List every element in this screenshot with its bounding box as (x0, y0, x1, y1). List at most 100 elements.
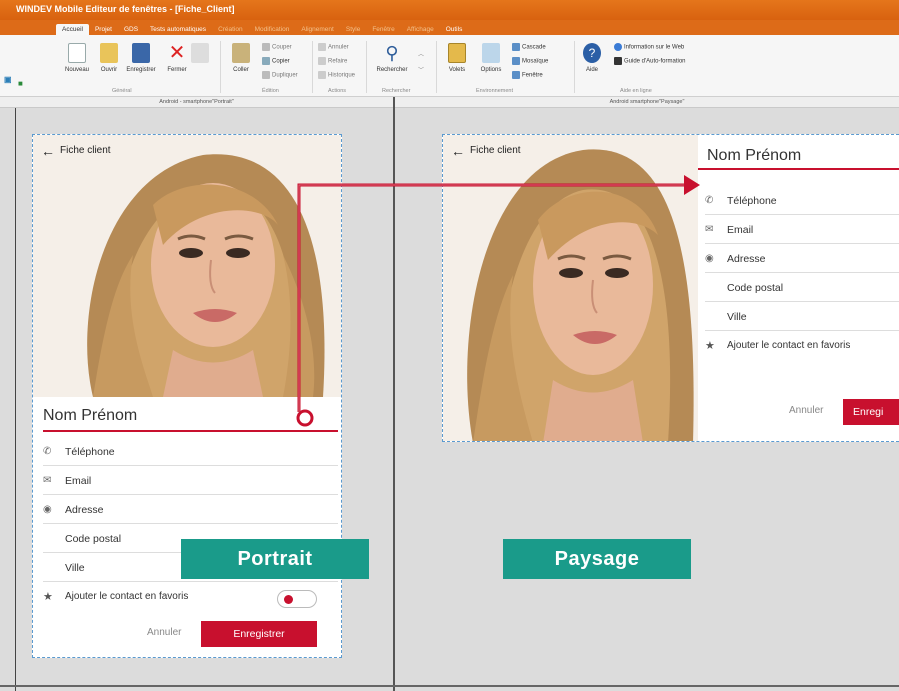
tab-modification[interactable]: Modification (249, 24, 296, 35)
back-nav[interactable]: ← Fiche client (41, 144, 111, 158)
group-label-actions: Actions (328, 88, 347, 94)
cascade-button[interactable]: Cascade (512, 43, 546, 51)
tab-fenetre[interactable]: Fenêtre (366, 24, 400, 35)
client-name[interactable]: Nom Prénom (43, 407, 137, 425)
bottom-edge (0, 685, 899, 687)
back-label: Fiche client (60, 145, 111, 156)
window-icon (512, 71, 520, 79)
city-field-landscape[interactable]: Ville (705, 303, 899, 331)
chevron-down-icon[interactable]: ﹀ (418, 65, 424, 74)
tab-accueil[interactable]: Accueil (56, 24, 89, 35)
open-button[interactable]: Ouvrir (92, 43, 126, 73)
back-label-landscape: Fiche client (470, 145, 521, 156)
ribbon-tab-bar: Accueil Projet GDS Tests automatiques Cr… (0, 20, 899, 35)
redo-button[interactable]: Refaire (318, 57, 347, 65)
group-label-environnement: Environnement (476, 88, 513, 94)
duplicate-icon (262, 71, 270, 79)
email-icon: ✉ (705, 224, 714, 235)
email-icon: ✉ (43, 475, 52, 486)
separator (220, 41, 221, 93)
guide-button[interactable]: Guide d'Auto-formation (614, 57, 686, 65)
email-field[interactable]: ✉ Email (43, 467, 338, 495)
copy-button[interactable]: Copier (262, 57, 290, 65)
paste-button[interactable]: Coller (224, 43, 258, 73)
help-button[interactable]: ? Aide (578, 43, 606, 73)
tile-icon (512, 57, 520, 65)
save-ribbon-button[interactable]: Enregistrer (124, 43, 158, 73)
phone-icon: ✆ (43, 446, 52, 457)
options-icon (482, 43, 500, 63)
panes-button[interactable]: Volets (440, 43, 474, 73)
pane-divider[interactable] (393, 97, 395, 691)
help-icon: ? (583, 43, 601, 63)
group-label-general: Général (112, 88, 132, 94)
ribbon: ▣ ■ ■ █ Nouveau Ouvrir Enregistrer ✕ Fer… (0, 35, 899, 112)
location-icon: ◉ (705, 253, 714, 264)
client-photo (33, 135, 341, 397)
window-title-bar: WINDEV Mobile Editeur de fenêtres - [Fic… (0, 0, 899, 20)
window-button[interactable]: Fenêtre (512, 71, 543, 79)
undo-button[interactable]: Annuler (318, 43, 349, 51)
tab-alignement[interactable]: Alignement (295, 24, 340, 35)
web-info-button[interactable]: Information sur le Web (614, 43, 684, 51)
options-button[interactable]: Options (474, 43, 508, 73)
copy-icon (262, 57, 270, 65)
phone-field[interactable]: ✆ Téléphone (43, 438, 338, 466)
quick-icon-2[interactable]: ■ (18, 79, 23, 88)
tab-outils[interactable]: Outils (440, 24, 469, 35)
window-title: WINDEV Mobile Editeur de fenêtres - [Fic… (16, 4, 235, 14)
back-arrow-icon[interactable]: ← (451, 144, 465, 158)
back-nav-landscape[interactable]: ← Fiche client (451, 144, 521, 158)
misc-button[interactable] (186, 43, 214, 67)
tab-gds[interactable]: GDS (118, 24, 144, 35)
cascade-icon (512, 43, 520, 51)
portrait-pane-header: Android - smartphone"Portrait" (0, 97, 393, 108)
left-edge (15, 108, 16, 691)
postal-field-landscape[interactable]: Code postal (705, 274, 899, 302)
email-field-landscape[interactable]: ✉ Email (705, 216, 899, 244)
tab-projet[interactable]: Projet (89, 24, 118, 35)
search-button[interactable]: ⚲ Rechercher (372, 43, 412, 73)
save-button-landscape[interactable]: Enregi (843, 399, 899, 425)
undo-icon (318, 43, 326, 51)
name-underline (43, 430, 338, 432)
search-icon: ⚲ (385, 43, 399, 63)
address-field[interactable]: ◉ Adresse (43, 496, 338, 524)
group-label-edition: Édition (262, 88, 279, 94)
save-button[interactable]: Enregistrer (201, 621, 317, 647)
close-icon: ✕ (168, 42, 186, 64)
tab-tests[interactable]: Tests automatiques (144, 24, 212, 35)
duplicate-button[interactable]: Dupliquer (262, 71, 298, 79)
quick-icon-1[interactable]: ▣ (4, 75, 12, 84)
history-icon (318, 71, 326, 79)
favorite-row: ★ Ajouter le contact en favoris (43, 591, 189, 603)
tile-button[interactable]: Mosaïque (512, 57, 548, 65)
phone-field-landscape[interactable]: ✆ Téléphone (705, 187, 899, 215)
cancel-button-landscape[interactable]: Annuler (789, 405, 823, 416)
location-icon: ◉ (43, 504, 52, 515)
client-name-landscape[interactable]: Nom Prénom (707, 147, 801, 165)
client-photo-landscape (443, 135, 698, 441)
new-button[interactable]: Nouveau (60, 43, 94, 73)
cut-button[interactable]: Couper (262, 43, 292, 51)
tab-creation[interactable]: Création (212, 24, 249, 35)
back-arrow-icon[interactable]: ← (41, 144, 55, 158)
scissors-icon (262, 43, 270, 51)
cancel-button[interactable]: Annuler (147, 627, 181, 638)
tab-affichage[interactable]: Affichage (401, 24, 440, 35)
separator (574, 41, 575, 93)
new-file-icon (68, 43, 86, 63)
tab-style[interactable]: Style (340, 24, 366, 35)
portrait-photo-illustration (33, 135, 341, 397)
chevron-up-icon[interactable]: ︿ (418, 49, 424, 58)
panes-icon (448, 43, 466, 63)
redo-icon (318, 57, 326, 65)
history-button[interactable]: Historique (318, 71, 355, 79)
open-folder-icon (100, 43, 118, 63)
landscape-phone-frame: ← Fiche client Nom Prénom ✆ Téléphone ✉ … (442, 134, 899, 442)
address-field-landscape[interactable]: ◉ Adresse (705, 245, 899, 273)
favorite-toggle[interactable] (277, 590, 317, 608)
separator (312, 41, 313, 93)
portrait-label: Portrait (181, 539, 369, 579)
group-label-recherche: Rechercher (382, 88, 411, 94)
